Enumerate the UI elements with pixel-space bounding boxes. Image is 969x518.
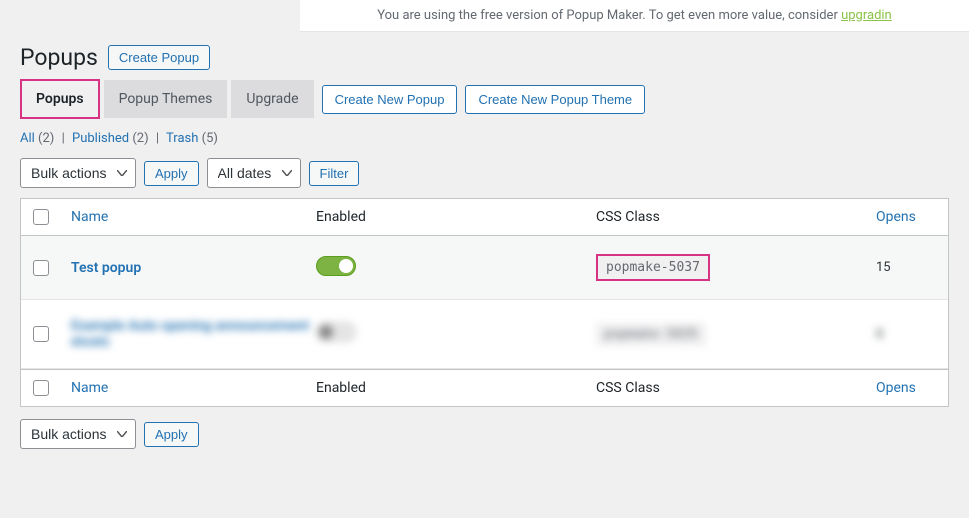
col-opens[interactable]: Opens xyxy=(876,209,916,225)
enabled-toggle[interactable] xyxy=(316,256,356,276)
css-class-badge: popmake-5037 xyxy=(596,254,710,281)
table-header: Name Enabled CSS Class Opens xyxy=(21,199,948,236)
top-toolbar: Bulk actions Apply All dates Filter xyxy=(0,158,969,198)
table-row: Example Auto opening announcement etcetc… xyxy=(21,300,948,369)
filter-button[interactable]: Filter xyxy=(309,161,360,186)
tab-popups[interactable]: Popups xyxy=(20,79,100,119)
select-all-bottom[interactable] xyxy=(33,380,49,396)
popup-title-link[interactable]: Test popup xyxy=(71,260,141,276)
col-name[interactable]: Name xyxy=(71,209,108,225)
create-new-popup-button[interactable]: Create New Popup xyxy=(322,85,458,114)
tab-bar: Popups Popup Themes Upgrade Create New P… xyxy=(0,79,969,119)
opens-count: 0 xyxy=(876,327,936,342)
col-opens-foot[interactable]: Opens xyxy=(876,380,916,396)
col-enabled-foot: Enabled xyxy=(316,380,596,396)
col-css-foot: CSS Class xyxy=(596,380,876,396)
filter-all-count: (2) xyxy=(38,131,54,146)
filter-trash[interactable]: Trash xyxy=(166,131,198,146)
css-class-badge: popmake-5035 xyxy=(596,323,706,346)
notice-text: You are using the free version of Popup … xyxy=(377,8,841,23)
upgrade-notice: You are using the free version of Popup … xyxy=(300,0,969,32)
enabled-toggle[interactable] xyxy=(316,322,356,342)
tab-popup-themes[interactable]: Popup Themes xyxy=(104,80,228,118)
col-css: CSS Class xyxy=(596,209,876,225)
opens-count: 15 xyxy=(876,260,936,275)
row-checkbox[interactable] xyxy=(33,260,49,276)
filter-all[interactable]: All xyxy=(20,131,35,146)
page-header: Popups Create Popup xyxy=(0,32,969,79)
col-enabled: Enabled xyxy=(316,209,596,225)
apply-button-top[interactable]: Apply xyxy=(144,161,199,186)
bulk-actions-select[interactable]: Bulk actions xyxy=(20,158,136,188)
filter-published-count: (2) xyxy=(132,131,148,146)
page-title: Popups xyxy=(20,44,98,71)
create-popup-button[interactable]: Create Popup xyxy=(108,45,210,70)
select-all-top[interactable] xyxy=(33,209,49,225)
date-filter-select[interactable]: All dates xyxy=(207,158,301,188)
col-name-foot[interactable]: Name xyxy=(71,380,108,396)
bulk-actions-select-bottom[interactable]: Bulk actions xyxy=(20,419,136,449)
popups-table: Name Enabled CSS Class Opens Test popup … xyxy=(20,198,949,407)
table-footer: Name Enabled CSS Class Opens xyxy=(21,369,948,406)
tab-upgrade[interactable]: Upgrade xyxy=(231,80,313,118)
table-row: Test popup popmake-5037 15 xyxy=(21,236,948,300)
apply-button-bottom[interactable]: Apply xyxy=(144,422,199,447)
filter-published[interactable]: Published xyxy=(72,131,129,146)
popup-title-link[interactable]: Example Auto opening announcement etcetc xyxy=(71,318,309,350)
status-filters: All (2) | Published (2) | Trash (5) xyxy=(0,131,969,158)
bottom-toolbar: Bulk actions Apply xyxy=(0,407,969,461)
upgrade-link[interactable]: upgradin xyxy=(841,8,892,23)
create-new-popup-theme-button[interactable]: Create New Popup Theme xyxy=(465,85,645,114)
filter-trash-count: (5) xyxy=(202,131,218,146)
row-checkbox[interactable] xyxy=(33,326,49,342)
